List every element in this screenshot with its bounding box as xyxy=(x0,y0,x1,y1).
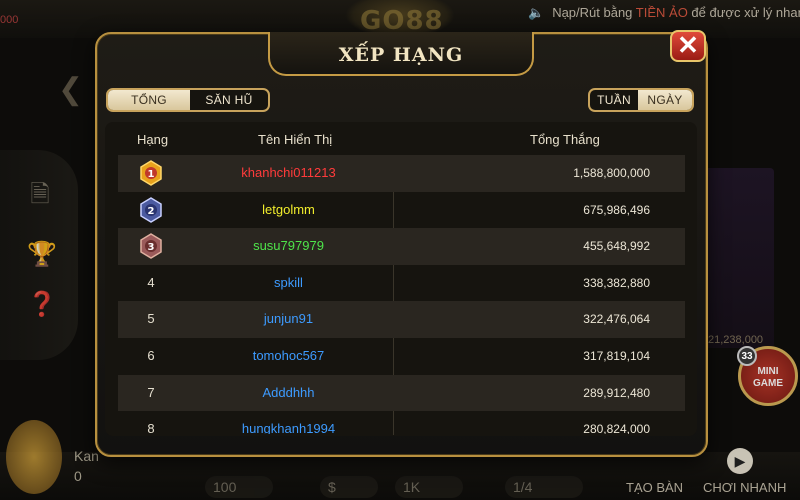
bronze-medal-icon: 3 xyxy=(140,233,162,260)
medal-rank-number: 3 xyxy=(148,242,155,253)
player-name[interactable]: khanhchi011213 xyxy=(184,155,393,192)
table-row[interactable]: 7 Adddhhh 289,912,480 xyxy=(118,374,685,412)
game-card[interactable] xyxy=(704,168,774,348)
rank-cell: 6 xyxy=(147,347,155,363)
table-row[interactable]: 2 letgolmm 675,986,496 xyxy=(118,192,685,229)
player-name[interactable]: spkill xyxy=(184,265,393,302)
total-wins-value: 317,819,104 xyxy=(583,348,650,363)
column-header-score: Tổng Thắng xyxy=(530,132,600,147)
quick-play-button[interactable]: CHƠI NHANH xyxy=(703,480,786,495)
tab-week[interactable]: TUẦN xyxy=(590,90,638,110)
rank-cell: 4 xyxy=(147,274,155,290)
player-name[interactable]: letgolmm xyxy=(184,192,393,229)
total-wins-value: 675,986,496 xyxy=(583,202,650,217)
mini-game-label-2: GAME xyxy=(753,378,783,389)
rank-cell: 1 xyxy=(118,155,184,192)
total-wins-value: 455,648,992 xyxy=(583,239,650,254)
total-wins-value: 322,476,064 xyxy=(583,312,650,327)
table-row[interactable]: 1 khanhchi011213 1,588,800,000 xyxy=(118,155,685,192)
notice-suffix: để được xử lý nhanh xyxy=(687,5,800,20)
bet-filter-pill[interactable]: 100 xyxy=(205,476,273,498)
leaderboard-rows[interactable]: 1 khanhchi011213 1,588,800,000 2 letgolmm 675… xyxy=(118,155,685,434)
mini-game-label-1: MINI xyxy=(757,366,779,377)
play-icon[interactable]: ▶ xyxy=(727,448,753,474)
player-name[interactable]: susu797979 xyxy=(184,228,393,265)
medal-rank-number: 2 xyxy=(148,206,155,217)
tab-total-wins[interactable]: TỔNG THẮNG xyxy=(108,90,190,110)
amount-pill[interactable]: 1K xyxy=(395,476,463,498)
total-wins-value: 1,588,800,000 xyxy=(573,166,650,180)
table-row[interactable]: 4 spkill 338,382,880 xyxy=(118,265,685,302)
create-table-button[interactable]: TẠO BÀN xyxy=(626,480,683,495)
help-icon[interactable]: ❓ xyxy=(27,290,57,320)
period-tabs: TUẦN NGÀY xyxy=(588,88,694,112)
close-button[interactable]: ✕ xyxy=(670,30,706,62)
players-pill[interactable]: 1/4 xyxy=(505,476,583,498)
tab-day[interactable]: NGÀY xyxy=(638,90,692,110)
player-name[interactable]: hungkhanh1994 xyxy=(184,411,393,434)
speaker-icon: 🔈 xyxy=(528,5,545,20)
player-name[interactable]: tomohoc567 xyxy=(184,338,393,375)
total-wins-value: 280,824,000 xyxy=(583,422,650,434)
rank-cell: 8 xyxy=(147,421,155,434)
notice-prefix: Nạp/Rút bằng xyxy=(552,5,636,20)
player-name[interactable]: junjun91 xyxy=(184,301,393,338)
mini-game-badge: 33 xyxy=(737,346,757,366)
medal-rank-number: 1 xyxy=(148,169,155,180)
silver-medal-icon: 2 xyxy=(140,196,162,223)
category-tabs: TỔNG THẮNG SĂN HŨ xyxy=(106,88,270,112)
user-name: Kan xyxy=(74,448,99,464)
column-header-name: Tên Hiển Thị xyxy=(258,132,333,147)
game-card-amount: 21,238,000 xyxy=(708,334,764,346)
rank-cell: 5 xyxy=(147,311,155,327)
avatar[interactable] xyxy=(6,420,62,494)
modal-title: XẾP HẠNG xyxy=(338,44,464,66)
currency-pill[interactable]: $ xyxy=(320,476,378,498)
column-header-rank: Hạng xyxy=(137,132,169,147)
rank-cell: 2 xyxy=(118,192,184,229)
rank-cell: 7 xyxy=(147,384,155,400)
rank-cell: 3 xyxy=(118,228,184,265)
table-row[interactable]: 6 tomohoc567 317,819,104 xyxy=(118,338,685,375)
table-row[interactable]: 5 junjun91 322,476,064 xyxy=(118,301,685,338)
table-row[interactable]: 8 hungkhanh1994 280,824,000 xyxy=(118,411,685,434)
user-coins: 0 xyxy=(74,468,82,484)
top-left-counter: 000 xyxy=(0,14,19,26)
gold-medal-icon: 1 xyxy=(140,160,162,186)
table-row[interactable]: 3 susu797979 455,648,992 xyxy=(118,228,685,265)
chevron-left-icon[interactable]: ❮ xyxy=(58,72,83,107)
player-name[interactable]: Adddhhh xyxy=(184,375,393,412)
total-wins-value: 289,912,480 xyxy=(583,385,650,400)
tab-jackpot-hunt[interactable]: SĂN HŨ xyxy=(190,90,268,110)
total-wins-value: 338,382,880 xyxy=(583,275,650,290)
document-icon[interactable]: 🗎 xyxy=(27,180,53,210)
notice-marquee: 🔈 Nạp/Rút bằng TIỀN ẢO để được xử lý nhan… xyxy=(528,5,800,21)
trophy-icon[interactable]: 🏆 xyxy=(27,240,57,270)
notice-highlight: TIỀN ẢO xyxy=(635,5,688,20)
